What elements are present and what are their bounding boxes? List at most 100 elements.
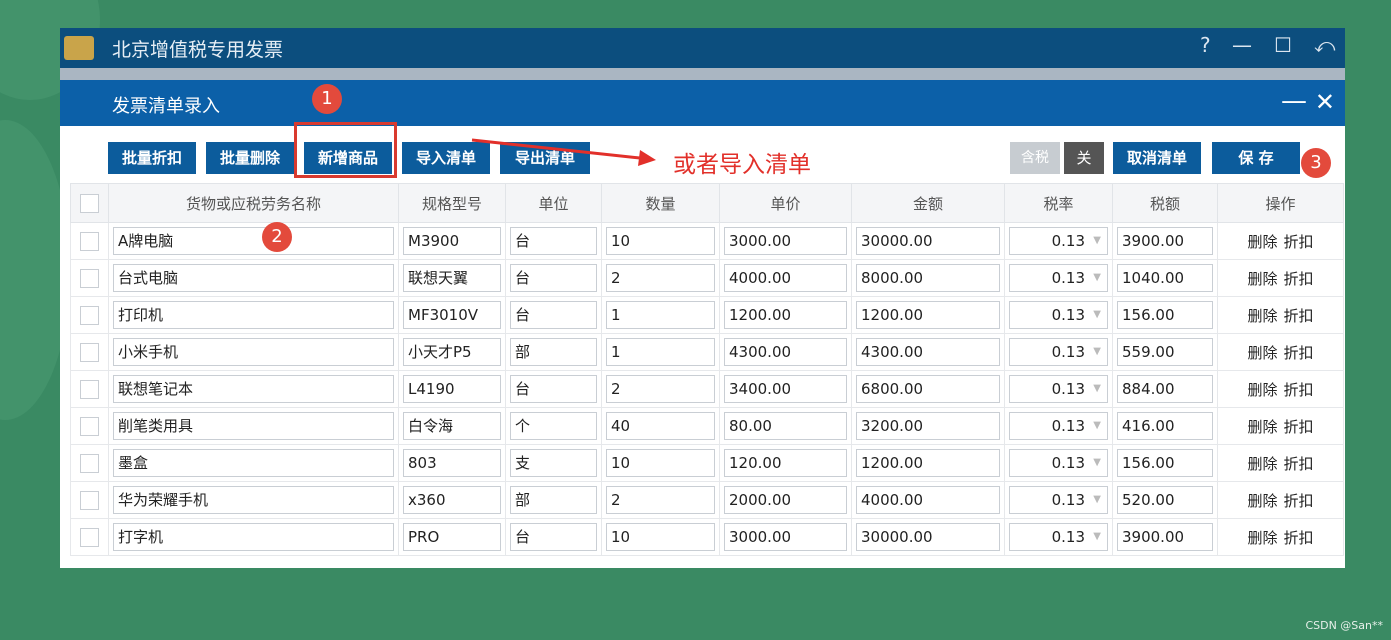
tax-rate-select[interactable]: 0.13 ▼ bbox=[1009, 338, 1108, 366]
tax-amount-field[interactable]: 3900.00 bbox=[1117, 523, 1213, 551]
row-select-cell[interactable] bbox=[70, 259, 109, 297]
quantity-field[interactable]: 10 bbox=[606, 449, 715, 477]
row-delete-link[interactable]: 删除 bbox=[1247, 307, 1277, 325]
row-delete-link[interactable]: 删除 bbox=[1247, 418, 1277, 436]
row-discount-link[interactable]: 折扣 bbox=[1284, 233, 1314, 251]
unit-field[interactable]: 台 bbox=[510, 227, 597, 255]
product-name-field[interactable]: 打字机 bbox=[113, 523, 394, 551]
quantity-field[interactable]: 10 bbox=[606, 523, 715, 551]
tax-amount-field[interactable]: 559.00 bbox=[1117, 338, 1213, 366]
row-delete-link[interactable]: 删除 bbox=[1247, 455, 1277, 473]
model-field[interactable]: M3900 bbox=[403, 227, 501, 255]
quantity-field[interactable]: 2 bbox=[606, 375, 715, 403]
unit-field[interactable]: 个 bbox=[510, 412, 597, 440]
model-field[interactable]: PRO bbox=[403, 523, 501, 551]
row-discount-link[interactable]: 折扣 bbox=[1284, 381, 1314, 399]
save-button[interactable]: 保 存 bbox=[1212, 142, 1300, 174]
product-name-field[interactable]: 打印机 bbox=[113, 301, 394, 329]
amount-field[interactable]: 4300.00 bbox=[856, 338, 1000, 366]
unit-field[interactable]: 支 bbox=[510, 449, 597, 477]
tax-amount-field[interactable]: 156.00 bbox=[1117, 301, 1213, 329]
tax-amount-field[interactable]: 1040.00 bbox=[1117, 264, 1213, 292]
restore-window-icon[interactable]: ⤺ bbox=[1314, 33, 1335, 57]
model-field[interactable]: 小天才P5 bbox=[403, 338, 501, 366]
quantity-field[interactable]: 2 bbox=[606, 486, 715, 514]
row-delete-link[interactable]: 删除 bbox=[1247, 381, 1277, 399]
row-discount-link[interactable]: 折扣 bbox=[1284, 344, 1314, 362]
batch-discount-button[interactable]: 批量折扣 bbox=[108, 142, 196, 174]
row-select-cell[interactable] bbox=[70, 296, 109, 334]
row-delete-link[interactable]: 删除 bbox=[1247, 233, 1277, 251]
model-field[interactable]: x360 bbox=[403, 486, 501, 514]
row-delete-link[interactable]: 删除 bbox=[1247, 344, 1277, 362]
product-name-field[interactable]: 联想笔记本 bbox=[113, 375, 394, 403]
amount-field[interactable]: 30000.00 bbox=[856, 227, 1000, 255]
quantity-field[interactable]: 1 bbox=[606, 338, 715, 366]
dialog-close-icon[interactable]: ✕ bbox=[1315, 88, 1335, 116]
product-name-field[interactable]: A牌电脑 bbox=[113, 227, 394, 255]
unit-field[interactable]: 台 bbox=[510, 523, 597, 551]
row-discount-link[interactable]: 折扣 bbox=[1284, 455, 1314, 473]
product-name-field[interactable]: 削笔类用具 bbox=[113, 412, 394, 440]
tax-amount-field[interactable]: 884.00 bbox=[1117, 375, 1213, 403]
row-select-cell[interactable] bbox=[70, 333, 109, 371]
unit-price-field[interactable]: 2000.00 bbox=[724, 486, 847, 514]
row-discount-link[interactable]: 折扣 bbox=[1284, 529, 1314, 547]
minimize-window-icon[interactable]: — bbox=[1232, 33, 1252, 57]
product-name-field[interactable]: 墨盒 bbox=[113, 449, 394, 477]
product-name-field[interactable]: 小米手机 bbox=[113, 338, 394, 366]
tax-amount-field[interactable]: 520.00 bbox=[1117, 486, 1213, 514]
tax-rate-select[interactable]: 0.13 ▼ bbox=[1009, 227, 1108, 255]
row-select-cell[interactable] bbox=[70, 481, 109, 519]
tax-amount-field[interactable]: 156.00 bbox=[1117, 449, 1213, 477]
amount-field[interactable]: 6800.00 bbox=[856, 375, 1000, 403]
row-discount-link[interactable]: 折扣 bbox=[1284, 492, 1314, 510]
select-all-cell[interactable] bbox=[70, 183, 109, 223]
row-checkbox[interactable] bbox=[80, 379, 99, 399]
row-discount-link[interactable]: 折扣 bbox=[1284, 307, 1314, 325]
model-field[interactable]: 白令海 bbox=[403, 412, 501, 440]
row-select-cell[interactable] bbox=[70, 444, 109, 482]
unit-field[interactable]: 部 bbox=[510, 486, 597, 514]
quantity-field[interactable]: 40 bbox=[606, 412, 715, 440]
select-all-checkbox[interactable] bbox=[80, 193, 99, 213]
row-discount-link[interactable]: 折扣 bbox=[1284, 418, 1314, 436]
unit-field[interactable]: 台 bbox=[510, 264, 597, 292]
tax-amount-field[interactable]: 3900.00 bbox=[1117, 227, 1213, 255]
batch-delete-button[interactable]: 批量删除 bbox=[206, 142, 294, 174]
row-checkbox[interactable] bbox=[80, 416, 99, 436]
tax-rate-select[interactable]: 0.13 ▼ bbox=[1009, 264, 1108, 292]
unit-price-field[interactable]: 3000.00 bbox=[724, 523, 847, 551]
amount-field[interactable]: 4000.00 bbox=[856, 486, 1000, 514]
dialog-minimize-icon[interactable]: — bbox=[1281, 86, 1307, 116]
tax-rate-select[interactable]: 0.13 ▼ bbox=[1009, 486, 1108, 514]
quantity-field[interactable]: 2 bbox=[606, 264, 715, 292]
model-field[interactable]: L4190 bbox=[403, 375, 501, 403]
tax-rate-select[interactable]: 0.13 ▼ bbox=[1009, 412, 1108, 440]
tax-rate-select[interactable]: 0.13 ▼ bbox=[1009, 523, 1108, 551]
amount-field[interactable]: 1200.00 bbox=[856, 449, 1000, 477]
amount-field[interactable]: 30000.00 bbox=[856, 523, 1000, 551]
row-discount-link[interactable]: 折扣 bbox=[1284, 270, 1314, 288]
amount-field[interactable]: 8000.00 bbox=[856, 264, 1000, 292]
amount-field[interactable]: 1200.00 bbox=[856, 301, 1000, 329]
row-delete-link[interactable]: 删除 bbox=[1247, 270, 1277, 288]
model-field[interactable]: 联想天翼 bbox=[403, 264, 501, 292]
row-select-cell[interactable] bbox=[70, 407, 109, 445]
row-select-cell[interactable] bbox=[70, 370, 109, 408]
row-select-cell[interactable] bbox=[70, 222, 109, 260]
unit-price-field[interactable]: 3000.00 bbox=[724, 227, 847, 255]
cancel-list-button[interactable]: 取消清单 bbox=[1113, 142, 1201, 174]
row-checkbox[interactable] bbox=[80, 342, 99, 362]
amount-field[interactable]: 3200.00 bbox=[856, 412, 1000, 440]
tax-rate-select[interactable]: 0.13 ▼ bbox=[1009, 449, 1108, 477]
unit-price-field[interactable]: 4000.00 bbox=[724, 264, 847, 292]
maximize-window-icon[interactable]: ☐ bbox=[1274, 33, 1292, 57]
row-checkbox[interactable] bbox=[80, 453, 99, 473]
product-name-field[interactable]: 华为荣耀手机 bbox=[113, 486, 394, 514]
model-field[interactable]: MF3010V bbox=[403, 301, 501, 329]
row-checkbox[interactable] bbox=[80, 268, 99, 288]
row-checkbox[interactable] bbox=[80, 527, 99, 547]
unit-field[interactable]: 台 bbox=[510, 375, 597, 403]
row-delete-link[interactable]: 删除 bbox=[1247, 492, 1277, 510]
